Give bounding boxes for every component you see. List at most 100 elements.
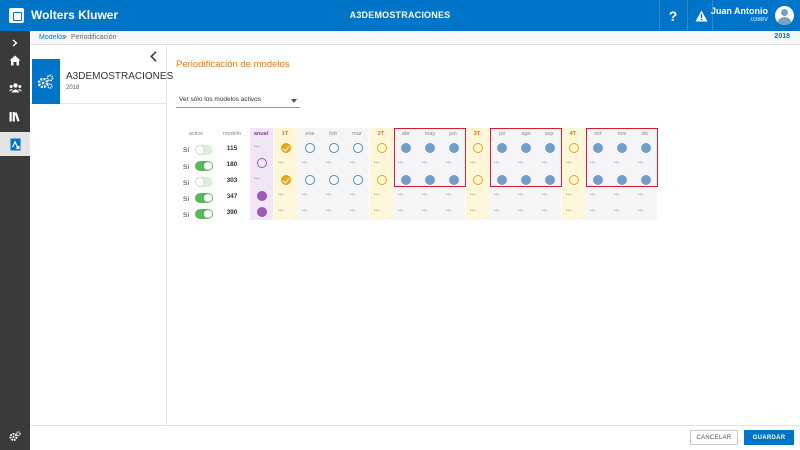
period-cell[interactable] (446, 192, 459, 202)
active-toggle[interactable] (195, 209, 213, 219)
period-cell[interactable] (569, 143, 579, 153)
chevron-right-icon (12, 39, 18, 47)
period-cell[interactable] (398, 192, 411, 202)
period-cell[interactable] (329, 175, 339, 185)
row-active-label: Sí (183, 147, 190, 154)
period-cell[interactable] (542, 208, 555, 218)
footer-bar (30, 425, 800, 450)
row-active-label: Sí (183, 164, 190, 171)
period-cell[interactable] (350, 192, 363, 202)
period-cell[interactable] (254, 176, 267, 186)
model-filter-select[interactable]: Ver sólo los modelos activos (176, 94, 300, 108)
period-cell[interactable] (569, 175, 579, 185)
period-cell[interactable] (470, 208, 483, 218)
header-ene: ene (305, 131, 315, 137)
period-cell[interactable] (254, 144, 267, 154)
period-cell[interactable] (374, 208, 387, 218)
help-button[interactable]: ? (659, 0, 687, 31)
period-cell[interactable] (302, 208, 315, 218)
period-cell[interactable] (614, 208, 627, 218)
company-panel: A3DEMOSTRACIONES 2018 (30, 45, 173, 425)
period-cell[interactable] (590, 192, 603, 202)
model-filter-value: Ver sólo los modelos activos (179, 96, 262, 103)
wolters-kluwer-logo-icon (9, 8, 24, 23)
rail-models-button[interactable] (0, 132, 30, 156)
period-cell[interactable] (257, 207, 267, 217)
period-cell[interactable] (278, 160, 291, 170)
period-cell[interactable] (278, 192, 291, 202)
user-name[interactable]: Juan Antonio (711, 6, 768, 16)
header-modelo: modelo (222, 131, 242, 137)
period-cell[interactable] (614, 192, 627, 202)
period-cell[interactable] (353, 175, 363, 185)
period-cell[interactable] (638, 208, 651, 218)
active-toggle[interactable] (195, 177, 213, 187)
check-circle-icon[interactable] (281, 175, 291, 185)
period-cell[interactable] (326, 160, 339, 170)
period-cell[interactable] (470, 160, 483, 170)
period-cell[interactable] (305, 143, 315, 153)
period-cell[interactable] (422, 192, 435, 202)
period-cell[interactable] (374, 160, 387, 170)
period-cell[interactable] (278, 208, 291, 218)
period-cell[interactable] (518, 192, 531, 202)
cancel-button[interactable]: CANCELAR (690, 430, 738, 445)
period-cell[interactable] (398, 208, 411, 218)
header-feb: feb (329, 131, 337, 137)
period-cell[interactable] (542, 192, 555, 202)
period-cell[interactable] (494, 192, 507, 202)
brand-name: Wolters Kluwer (31, 8, 119, 22)
period-cell[interactable] (494, 208, 507, 218)
period-cell[interactable] (326, 208, 339, 218)
row-active-label: Sí (183, 212, 190, 219)
user-id: 0388V (750, 17, 768, 23)
period-cell[interactable] (377, 143, 387, 153)
period-cell[interactable] (377, 175, 387, 185)
period-cell[interactable] (374, 192, 387, 202)
rail-settings-button[interactable] (0, 424, 30, 448)
period-cell[interactable] (350, 208, 363, 218)
avatar[interactable] (775, 6, 794, 25)
period-cell[interactable] (326, 192, 339, 202)
period-cell[interactable] (329, 143, 339, 153)
period-cell[interactable] (638, 192, 651, 202)
period-cell[interactable] (566, 160, 579, 170)
caret-down-icon (291, 99, 297, 103)
period-cell[interactable] (257, 191, 267, 201)
period-cell[interactable] (566, 208, 579, 218)
period-cell[interactable] (470, 192, 483, 202)
left-rail (0, 31, 30, 450)
period-cell[interactable] (353, 143, 363, 153)
modelo-code: 390 (226, 209, 238, 216)
gears-icon (37, 74, 54, 89)
period-cell[interactable] (518, 208, 531, 218)
company-title[interactable]: A3DEMOSTRACIONES (350, 10, 451, 20)
period-cell[interactable] (473, 175, 483, 185)
period-cell[interactable] (302, 192, 315, 202)
period-cell[interactable] (566, 192, 579, 202)
panel-company-card[interactable]: A3DEMOSTRACIONES 2018 (30, 59, 173, 104)
period-cell[interactable] (422, 208, 435, 218)
breadcrumb: Modelos > Periodificación 2018 (30, 31, 800, 45)
active-toggle[interactable] (195, 193, 213, 203)
panel-title: A3DEMOSTRACIONES (66, 71, 174, 82)
period-cell[interactable] (257, 158, 267, 168)
period-cell[interactable] (305, 175, 315, 185)
period-cell[interactable] (446, 208, 459, 218)
period-cell[interactable] (302, 160, 315, 170)
q2-highlight-box (394, 128, 466, 187)
breadcrumb-link-modelos[interactable]: Modelos (39, 34, 65, 41)
period-cell[interactable] (350, 160, 363, 170)
period-cell[interactable] (590, 208, 603, 218)
save-button[interactable]: GUARDAR (744, 430, 794, 445)
active-toggle[interactable] (195, 161, 213, 171)
active-toggle[interactable] (195, 145, 213, 155)
rail-home-button[interactable] (0, 48, 30, 72)
check-circle-icon[interactable] (281, 143, 291, 153)
users-icon (8, 83, 22, 93)
rail-users-button[interactable] (0, 76, 30, 100)
rail-library-button[interactable] (0, 104, 30, 128)
header-activo: activo (188, 131, 204, 137)
period-cell[interactable] (473, 143, 483, 153)
q4-highlight-box (586, 128, 658, 187)
